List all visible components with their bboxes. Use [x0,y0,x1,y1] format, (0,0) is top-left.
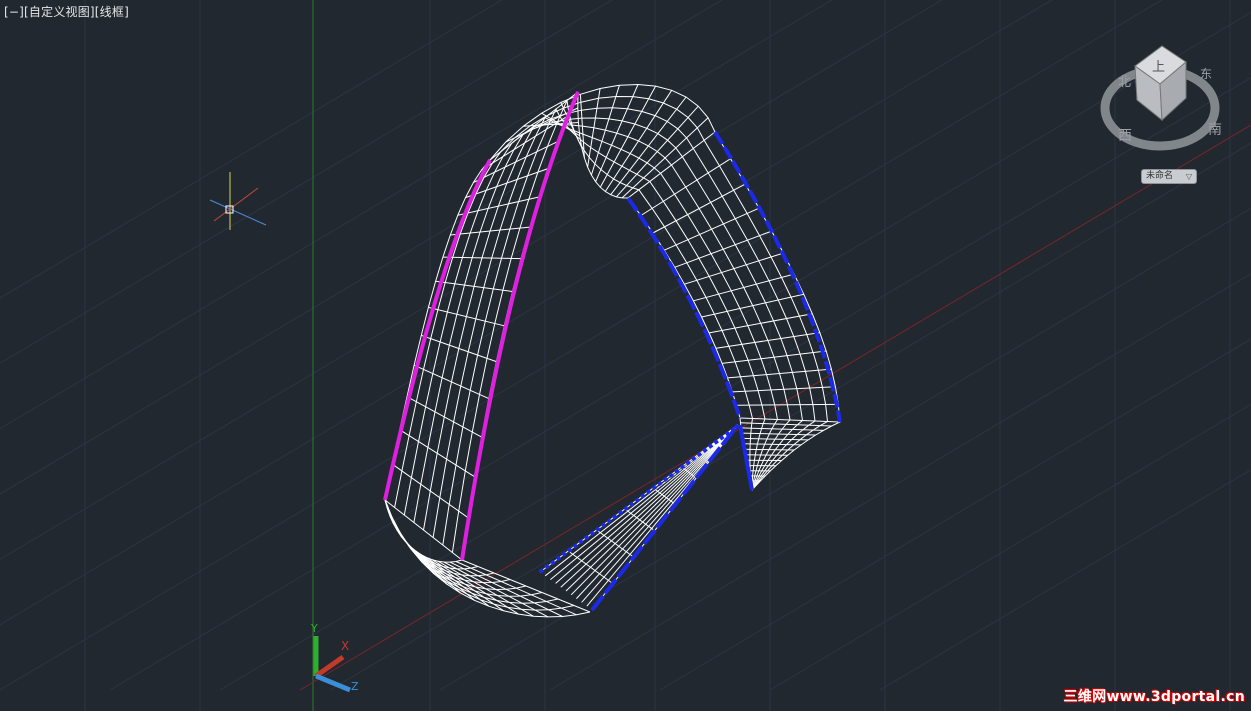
mesh-cross-line [610,96,687,196]
mesh-cross-line [604,90,673,192]
mesh-cross-line [421,334,497,363]
view-menu-button[interactable]: [自定义视图] [24,5,95,19]
mesh-cross-line [744,454,788,456]
blue-edge-top [713,130,842,423]
mesh-longitudinal-line [451,98,754,553]
mesh-cross-line [435,280,513,292]
mesh-cross-line [399,429,475,478]
mesh-cross-line [736,403,839,406]
compass-west[interactable]: 西 [1118,128,1132,144]
grid [0,0,1251,711]
mesh-cross-line [406,396,482,438]
grid-line [0,0,1163,691]
mesh-fan-line [555,424,739,584]
mesh-cross-line [743,448,795,451]
model-viewport[interactable]: Y X Z [0,0,1251,711]
magenta-edge-inner [460,91,580,561]
mesh-cross-line [428,306,505,327]
wcs-label: 未命名 [1146,171,1174,181]
crosshair-cursor [209,172,267,230]
viewport-controls-label: [−][自定义视图][线框] [4,3,129,20]
mesh-cross-line [663,207,760,251]
ucs-z-label: Z [351,680,359,693]
mesh-cross-line [727,368,832,379]
mesh-cross-line [715,332,820,349]
cube-top-label: 上 [1152,60,1165,75]
compass-south[interactable]: 南 [1208,122,1222,138]
mesh-cross-line [722,350,827,364]
grid-line [0,0,723,430]
mesh-fan-line [560,424,739,588]
watermark: 三维网www.3dportal.cn [1063,689,1245,705]
wcs-menu[interactable]: 未命名 ▽ [1141,169,1197,184]
mesh-longitudinal-line [384,83,841,501]
ucs-x-label: X [341,639,349,653]
viewport-menu-button[interactable]: [−] [4,5,24,19]
mesh-fan-line [544,424,739,577]
wireframe-surface[interactable] [384,83,841,618]
chevron-down-icon: ▽ [1185,172,1192,181]
mesh-fan-line [565,424,739,592]
mesh-cross-line [693,273,795,302]
compass-north[interactable]: 北 [1118,75,1131,90]
drawing-canvas[interactable]: Y X Z [0,0,1251,711]
ucs-icon: Y X Z [310,622,359,693]
visual-style-menu-button[interactable]: [线框] [95,5,129,19]
viewcube[interactable]: 上 北 东 西 南 [1100,38,1240,188]
mesh-cross-line [740,422,832,427]
ucs-y-label: Y [310,622,318,635]
mesh-cap-line [384,499,527,591]
mesh-longitudinal-line [432,116,779,538]
mesh-cross-line [413,364,490,400]
mesh-cross-line [742,443,802,446]
compass-east[interactable]: 东 [1200,67,1212,81]
mesh-longitudinal-line [403,107,816,516]
mesh-cross-line [701,293,804,318]
mesh-cross-line [652,183,746,234]
mesh-cross-line [709,313,813,334]
mesh-cross-line [621,117,709,199]
grid-line [0,0,943,560]
blue-edge-inner [626,196,742,419]
